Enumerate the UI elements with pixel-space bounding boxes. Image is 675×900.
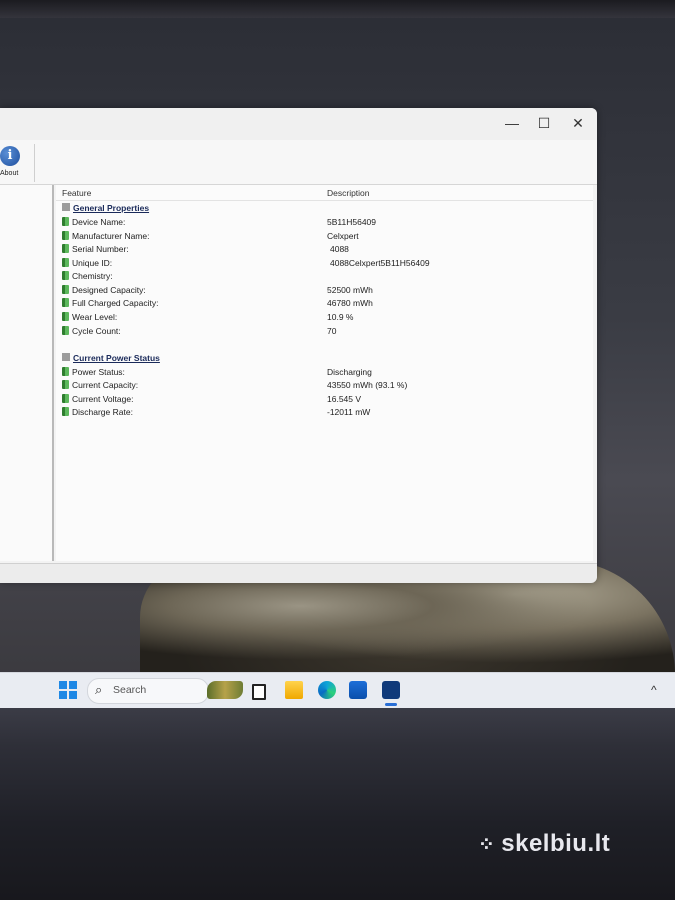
monitor-lower-bezel (0, 708, 675, 900)
battery-leaf-icon (62, 407, 69, 416)
row-label: Cycle Count: (72, 326, 121, 336)
active-app-indicator (385, 703, 397, 706)
list-item[interactable]: Power Status: (62, 367, 125, 380)
row-label: Current Capacity: (72, 380, 139, 390)
battery-leaf-icon (62, 394, 69, 403)
battery-leaf-icon (62, 271, 69, 280)
row-value: Celxpert (327, 231, 359, 241)
maximize-button[interactable]: ☐ (529, 112, 559, 134)
minimize-button[interactable]: — (497, 112, 527, 134)
windows-start-icon[interactable] (59, 681, 77, 699)
battery-leaf-icon (62, 285, 69, 294)
row-value: -12011 mW (327, 407, 371, 417)
about-label: About (0, 170, 19, 177)
row-value: 4088Celxpert5B11H56409 (330, 258, 430, 268)
row-value: 5B11H56409 (327, 217, 376, 227)
row-value: 4088 (330, 244, 349, 254)
row-label: Full Charged Capacity: (72, 298, 159, 308)
list-item[interactable]: Unique ID: (62, 258, 112, 271)
store-icon[interactable] (349, 681, 367, 699)
row-value: 10.9 % (327, 312, 354, 322)
column-header-description[interactable]: Description (327, 188, 370, 198)
search-input[interactable]: ⌕ Search (87, 678, 209, 704)
battery-leaf-icon (62, 298, 69, 307)
battery-leaf-icon (62, 380, 69, 389)
list-item[interactable]: Current Voltage: (62, 394, 133, 407)
row-label: Unique ID: (72, 258, 113, 268)
row-value: 16.545 V (327, 394, 362, 404)
battery-leaf-icon (62, 312, 69, 321)
battery-leaf-icon (62, 244, 69, 253)
list-item[interactable]: Manufacturer Name: (62, 231, 149, 244)
section-current-power-status[interactable]: Current Power Status (62, 353, 160, 366)
row-value: 46780 mWh (327, 298, 373, 308)
battery-app-icon[interactable] (382, 681, 400, 699)
navigation-pane[interactable] (0, 185, 54, 561)
list-item[interactable]: Wear Level: (62, 312, 117, 325)
list-item[interactable]: Designed Capacity: (62, 285, 146, 298)
list-item[interactable]: Cycle Count: (62, 326, 121, 339)
row-label: Serial Number: (72, 244, 129, 254)
taskbar: ⌕ Search ^ (0, 672, 675, 709)
edge-browser-icon[interactable] (318, 681, 336, 699)
battery-leaf-icon (62, 217, 69, 226)
watermark-text: skelbiu.lt (501, 830, 611, 857)
chevron-up-icon[interactable]: ^ (651, 683, 657, 697)
list-item[interactable]: Device Name: (62, 217, 125, 230)
section-title: Current Power Status (73, 353, 160, 363)
monitor-top-bezel (0, 0, 675, 18)
list-item[interactable]: Current Capacity: (62, 380, 138, 393)
task-view-icon[interactable] (252, 684, 266, 700)
row-label: Wear Level: (72, 312, 118, 322)
row-label: Device Name: (72, 217, 126, 227)
row-label: Designed Capacity: (72, 285, 146, 295)
about-button[interactable]: i About (0, 144, 35, 182)
row-value: 43550 mWh (93.1 %) (327, 380, 408, 390)
header-divider (56, 200, 593, 201)
section-general-properties[interactable]: General Properties (62, 203, 149, 216)
row-label: Discharge Rate: (72, 407, 133, 417)
list-item[interactable]: Discharge Rate: (62, 407, 133, 420)
battery-leaf-icon (62, 231, 69, 240)
widgets-icon[interactable] (207, 681, 243, 699)
close-button[interactable]: ✕ (563, 112, 593, 134)
section-icon (62, 203, 70, 211)
title-bar[interactable]: — ☐ ✕ (0, 108, 597, 140)
row-value: 70 (327, 326, 337, 336)
section-icon (62, 353, 70, 361)
row-value: Discharging (327, 367, 372, 377)
row-label: Power Status: (72, 367, 125, 377)
row-label: Chemistry: (72, 271, 113, 281)
row-value: 52500 mWh (327, 285, 373, 295)
battery-leaf-icon (62, 367, 69, 376)
file-explorer-icon[interactable] (285, 681, 303, 699)
list-item[interactable]: Chemistry: (62, 271, 113, 284)
battery-info-window: — ☐ ✕ i About Feature Description Genera… (0, 108, 597, 583)
watermark-dots: ⁘ (478, 834, 496, 856)
search-placeholder: Search (113, 684, 147, 696)
status-bar (0, 563, 597, 583)
battery-leaf-icon (62, 326, 69, 335)
info-icon: i (0, 146, 20, 166)
row-label: Current Voltage: (72, 394, 134, 404)
row-label: Manufacturer Name: (72, 231, 150, 241)
watermark: ⁘ skelbiu.lt (478, 830, 610, 858)
list-item[interactable]: Serial Number: (62, 244, 129, 257)
search-icon: ⌕ (95, 682, 103, 697)
toolbar: i About (0, 140, 597, 185)
properties-list[interactable]: Feature Description General Properties D… (56, 185, 593, 561)
battery-leaf-icon (62, 258, 69, 267)
section-title: General Properties (73, 203, 150, 213)
column-header-feature[interactable]: Feature (62, 188, 91, 198)
list-item[interactable]: Full Charged Capacity: (62, 298, 158, 311)
